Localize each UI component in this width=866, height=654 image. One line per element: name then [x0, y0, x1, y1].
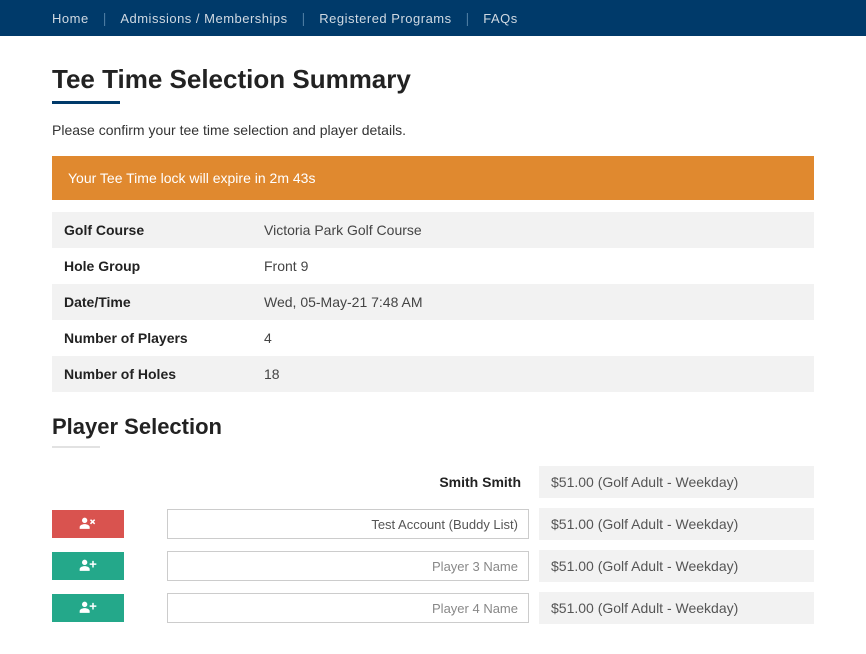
player-row: $51.00 (Golf Adult - Weekday)	[52, 592, 814, 624]
player-price: $51.00 (Golf Adult - Weekday)	[539, 466, 814, 498]
add-player-button[interactable]	[52, 594, 124, 622]
summary-value: Front 9	[252, 248, 814, 284]
summary-value: Wed, 05-May-21 7:48 AM	[252, 284, 814, 320]
summary-table: Golf Course Victoria Park Golf Course Ho…	[52, 212, 814, 392]
summary-value: Victoria Park Golf Course	[252, 212, 814, 248]
page-title: Tee Time Selection Summary	[52, 64, 814, 95]
summary-row: Golf Course Victoria Park Golf Course	[52, 212, 814, 248]
summary-label: Hole Group	[52, 248, 252, 284]
summary-value: 18	[252, 356, 814, 392]
page-subtitle: Please confirm your tee time selection a…	[52, 122, 814, 138]
countdown-bar: Your Tee Time lock will expire in 2m 43s	[52, 156, 814, 200]
section-underline	[52, 446, 100, 448]
player-row: $51.00 (Golf Adult - Weekday)	[52, 550, 814, 582]
summary-row: Number of Holes 18	[52, 356, 814, 392]
nav-bar: Home | Admissions / Memberships | Regist…	[0, 0, 866, 36]
player-name-input[interactable]	[167, 593, 529, 623]
summary-row: Date/Time Wed, 05-May-21 7:48 AM	[52, 284, 814, 320]
title-underline	[52, 101, 120, 104]
player-price: $51.00 (Golf Adult - Weekday)	[539, 550, 814, 582]
summary-label: Number of Holes	[52, 356, 252, 392]
player-price: $51.00 (Golf Adult - Weekday)	[539, 508, 814, 540]
player-name-static: Smith Smith	[167, 474, 529, 490]
summary-value: 4	[252, 320, 814, 356]
remove-player-button[interactable]	[52, 510, 124, 538]
nav-admissions[interactable]: Admissions / Memberships	[106, 11, 301, 26]
player-row: Smith Smith $51.00 (Golf Adult - Weekday…	[52, 466, 814, 498]
summary-row: Hole Group Front 9	[52, 248, 814, 284]
player-name-input[interactable]	[167, 509, 529, 539]
player-row: $51.00 (Golf Adult - Weekday)	[52, 508, 814, 540]
player-name-input[interactable]	[167, 551, 529, 581]
nav-programs[interactable]: Registered Programs	[305, 11, 465, 26]
player-section-title: Player Selection	[52, 414, 814, 440]
user-remove-icon	[78, 516, 98, 533]
summary-label: Date/Time	[52, 284, 252, 320]
add-player-button[interactable]	[52, 552, 124, 580]
player-price: $51.00 (Golf Adult - Weekday)	[539, 592, 814, 624]
user-add-icon	[78, 558, 98, 575]
summary-label: Number of Players	[52, 320, 252, 356]
summary-row: Number of Players 4	[52, 320, 814, 356]
nav-faqs[interactable]: FAQs	[469, 11, 532, 26]
summary-label: Golf Course	[52, 212, 252, 248]
user-add-icon	[78, 600, 98, 617]
nav-home[interactable]: Home	[52, 11, 103, 26]
